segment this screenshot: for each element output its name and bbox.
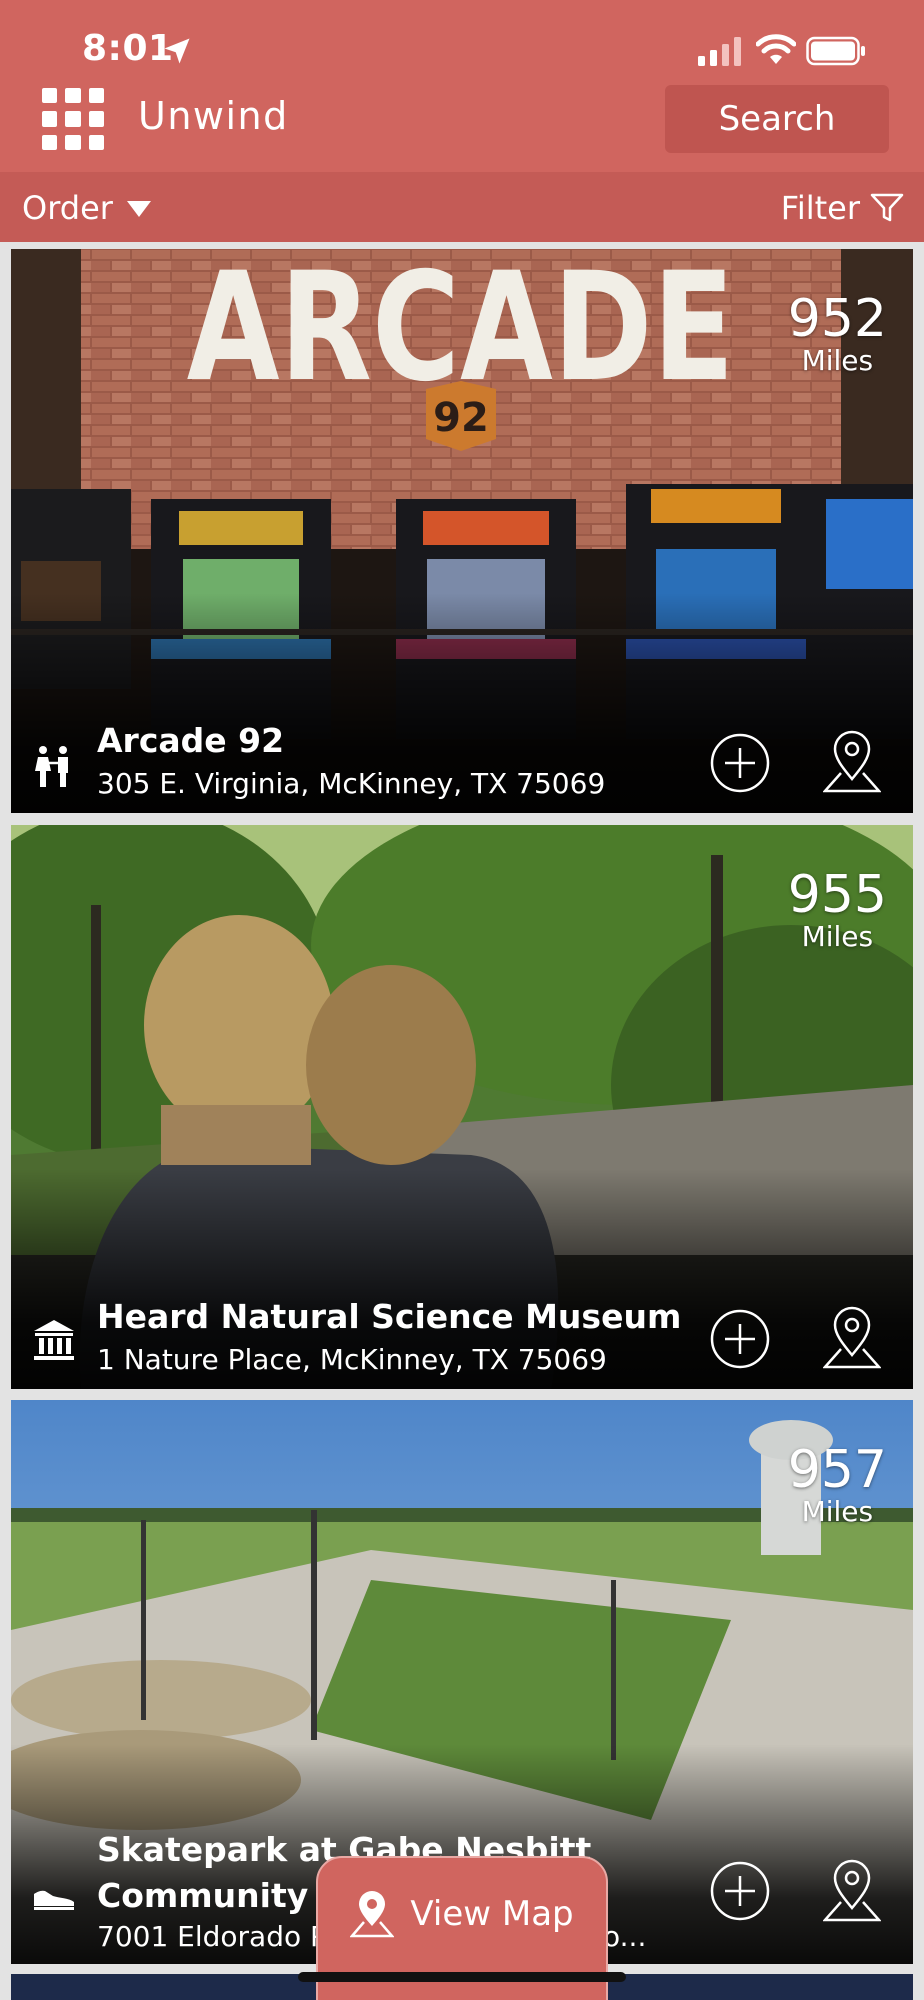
cellular-signal-icon xyxy=(698,37,741,66)
sneaker-icon xyxy=(34,1890,74,1910)
battery-icon xyxy=(806,36,865,66)
funnel-icon xyxy=(870,193,904,222)
distance-badge: 957 Miles xyxy=(788,1444,887,1526)
wifi-icon xyxy=(756,34,796,64)
museum-icon xyxy=(34,1320,74,1360)
add-plus-icon[interactable] xyxy=(709,732,771,794)
distance-unit: Miles xyxy=(801,920,874,953)
svg-text:92: 92 xyxy=(433,395,489,441)
add-plus-icon[interactable] xyxy=(709,1860,771,1922)
status-time: 8:01 xyxy=(82,28,174,69)
caret-down-icon xyxy=(126,201,151,217)
distance-value: 955 xyxy=(787,865,887,925)
place-name: Arcade 92 xyxy=(97,721,285,760)
status-bar: 8:01 xyxy=(0,0,924,80)
place-address-tail: o... xyxy=(603,1920,647,1953)
map-pin-icon xyxy=(350,1891,395,1938)
place-address: 7001 Eldorado P xyxy=(97,1920,327,1953)
add-plus-icon[interactable] xyxy=(709,1308,771,1370)
place-name-line-2: Community P xyxy=(97,1876,344,1915)
location-arrow-icon xyxy=(164,38,190,64)
place-address: 1 Nature Place, McKinney, TX 75069 xyxy=(97,1343,607,1376)
app-header: Unwind Search xyxy=(0,80,924,172)
place-address: 305 E. Virginia, McKinney, TX 75069 xyxy=(97,767,606,800)
search-button[interactable]: Search xyxy=(665,85,889,153)
filter-label: Filter xyxy=(780,189,860,227)
distance-value: 952 xyxy=(787,289,887,349)
distance-unit: Miles xyxy=(801,1495,874,1528)
home-indicator[interactable] xyxy=(298,1972,626,1982)
distance-value: 957 xyxy=(787,1440,887,1500)
place-card[interactable]: 955 Miles Heard Natural Science Museum 1… xyxy=(11,825,913,1389)
app-title: Unwind xyxy=(138,94,289,138)
order-label: Order xyxy=(22,189,113,227)
order-button[interactable]: Order xyxy=(22,186,151,230)
sort-filter-bar: Order Filter xyxy=(0,172,924,242)
app-grid-menu-icon[interactable] xyxy=(42,88,104,150)
view-map-label: View Map xyxy=(410,1894,574,1934)
map-pin-icon[interactable] xyxy=(823,1305,881,1369)
distance-badge: 952 Miles xyxy=(788,293,887,375)
place-name: Heard Natural Science Museum xyxy=(97,1297,682,1336)
map-pin-icon[interactable] xyxy=(823,1858,881,1922)
distance-badge: 955 Miles xyxy=(788,869,887,951)
family-icon xyxy=(35,746,68,787)
filter-button[interactable]: Filter xyxy=(781,186,904,230)
distance-unit: Miles xyxy=(801,344,874,377)
map-pin-icon[interactable] xyxy=(823,729,881,793)
place-card[interactable]: ARCADE 92 952 Miles Arcade 92 305 E. Vir… xyxy=(11,249,913,813)
